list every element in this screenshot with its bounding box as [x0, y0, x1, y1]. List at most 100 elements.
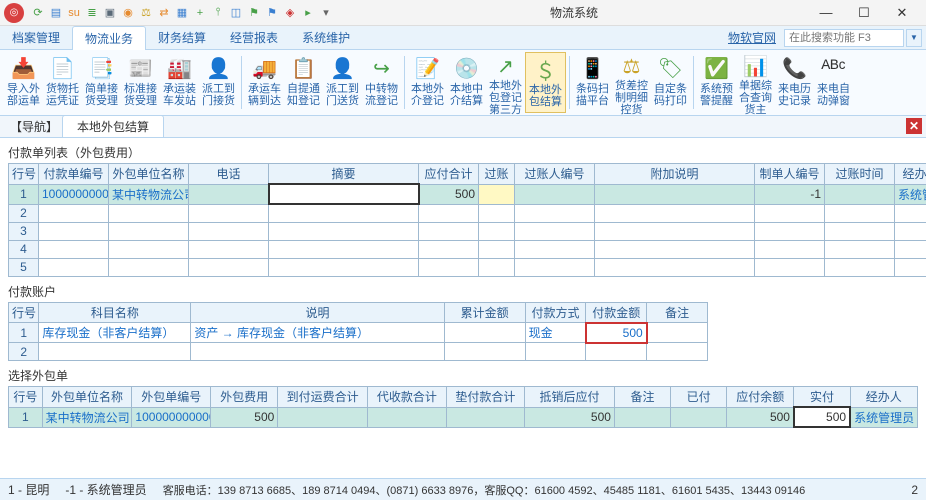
breadcrumb[interactable]: 【导航】 — [6, 118, 62, 137]
qat-balance-icon[interactable]: ⚖ — [138, 5, 154, 21]
cell[interactable]: 1000000000000001 — [132, 407, 211, 427]
cell[interactable] — [479, 204, 515, 222]
payment-account-table[interactable]: 行号科目名称说明累计金额付款方式付款金额备注1库存现金（非客户结算）资产 → 库… — [8, 302, 708, 362]
col-header[interactable]: 附加说明 — [595, 164, 755, 185]
ribbon-btn[interactable]: 📊单据综 合查询 货主 — [736, 52, 775, 113]
ribbon-btn[interactable]: 📰标准接 货受理 — [121, 52, 160, 113]
qat-chart-icon[interactable]: ⫯ — [210, 5, 226, 21]
col-header[interactable]: 代收款合计 — [368, 387, 447, 408]
cell[interactable] — [269, 240, 419, 258]
cell[interactable] — [895, 204, 926, 222]
col-header[interactable]: 应付合计 — [419, 164, 479, 185]
col-header[interactable]: 经办人 — [850, 387, 917, 408]
cell[interactable] — [755, 204, 825, 222]
cell[interactable] — [419, 204, 479, 222]
table-row[interactable]: 4 — [9, 240, 926, 258]
outsource-select-table[interactable]: 行号外包单位名称外包单编号外包费用到付运费合计代收款合计垫付款合计抵销后应付备注… — [8, 386, 918, 428]
cell[interactable] — [446, 407, 525, 427]
qat-play-icon[interactable]: ▸ — [300, 5, 316, 21]
cell[interactable] — [895, 240, 926, 258]
qat-flag2-icon[interactable]: ⚑ — [264, 5, 280, 21]
cell[interactable] — [109, 258, 189, 276]
col-header[interactable]: 累计金额 — [444, 302, 525, 323]
table-row[interactable]: 3 — [9, 222, 926, 240]
cell[interactable] — [189, 240, 269, 258]
cell[interactable] — [269, 222, 419, 240]
cell[interactable] — [479, 240, 515, 258]
minimize-button[interactable]: — — [814, 4, 838, 22]
qat-refresh-icon[interactable]: ⟳ — [30, 5, 46, 21]
cell[interactable] — [269, 184, 419, 204]
cell[interactable] — [479, 222, 515, 240]
cell[interactable]: -1 — [755, 184, 825, 204]
col-header[interactable]: 到付运费合计 — [278, 387, 368, 408]
cell[interactable]: 500 — [586, 323, 647, 343]
cell[interactable]: 3 — [9, 222, 39, 240]
cell[interactable] — [444, 323, 525, 343]
col-header[interactable]: 过账时间 — [825, 164, 895, 185]
cell[interactable] — [39, 258, 109, 276]
qat-truck-icon[interactable]: ▣ — [102, 5, 118, 21]
col-header[interactable]: 过账人编号 — [515, 164, 595, 185]
menu-logistics[interactable]: 物流业务 — [72, 26, 146, 50]
col-header[interactable]: 备注 — [647, 302, 708, 323]
cell[interactable] — [825, 204, 895, 222]
table-row[interactable]: 5 — [9, 258, 926, 276]
cell[interactable]: 1000000000000001 — [39, 184, 109, 204]
app-logo-icon[interactable]: ◎ — [4, 3, 24, 23]
ribbon-btn[interactable]: 📱条码扫 描平台 — [573, 52, 612, 113]
cell[interactable] — [671, 407, 727, 427]
cell[interactable] — [419, 240, 479, 258]
col-header[interactable]: 外包费用 — [210, 387, 277, 408]
ribbon-btn[interactable]: 📥导入外 部运单 — [4, 52, 43, 113]
cell[interactable] — [755, 240, 825, 258]
qat-org-icon[interactable]: ◫ — [228, 5, 244, 21]
cell[interactable] — [109, 204, 189, 222]
qat-swap-icon[interactable]: ⇄ — [156, 5, 172, 21]
cell[interactable]: 系统管理员 — [850, 407, 917, 427]
cell[interactable] — [515, 240, 595, 258]
col-header[interactable]: 实付 — [794, 387, 850, 408]
cell[interactable] — [39, 240, 109, 258]
menu-system[interactable]: 系统维护 — [290, 26, 362, 49]
ribbon-btn[interactable]: 📑简单接 货受理 — [82, 52, 121, 113]
tab-close-icon[interactable]: ✕ — [906, 118, 922, 134]
ribbon-btn[interactable]: 🚚承运车 辆到达 — [245, 52, 284, 113]
cell[interactable] — [595, 204, 755, 222]
cell[interactable]: 2 — [9, 343, 39, 361]
col-header[interactable]: 科目名称 — [39, 302, 191, 323]
cell[interactable]: 某中转物流公司 — [109, 184, 189, 204]
cell[interactable] — [825, 258, 895, 276]
cell[interactable] — [278, 407, 368, 427]
col-header[interactable]: 外包单位名称 — [109, 164, 189, 185]
maximize-button[interactable]: ☐ — [852, 4, 876, 22]
search-input[interactable] — [784, 29, 904, 47]
cell[interactable] — [269, 204, 419, 222]
col-header[interactable]: 制单人编号 — [755, 164, 825, 185]
cell[interactable] — [515, 204, 595, 222]
qat-doc-icon[interactable]: ▤ — [48, 5, 64, 21]
cell[interactable] — [647, 323, 708, 343]
cell[interactable] — [189, 184, 269, 204]
col-header[interactable]: 说明 — [191, 302, 444, 323]
cell[interactable] — [647, 343, 708, 361]
col-header[interactable]: 摘要 — [269, 164, 419, 185]
cell[interactable] — [39, 222, 109, 240]
cell[interactable]: 某中转物流公司 — [42, 407, 132, 427]
cell[interactable] — [479, 258, 515, 276]
col-header[interactable]: 已付 — [671, 387, 727, 408]
cell[interactable] — [525, 343, 586, 361]
cell[interactable]: 500 — [525, 407, 615, 427]
col-header[interactable]: 行号 — [9, 164, 39, 185]
qat-dot-icon[interactable]: ◉ — [120, 5, 136, 21]
col-header[interactable]: 过账 — [479, 164, 515, 185]
cell[interactable] — [755, 258, 825, 276]
cell[interactable] — [419, 222, 479, 240]
qat-list-icon[interactable]: ≣ — [84, 5, 100, 21]
cell[interactable] — [444, 343, 525, 361]
col-header[interactable]: 电话 — [189, 164, 269, 185]
cell[interactable] — [39, 343, 191, 361]
ribbon-btn[interactable]: 🏭承运装 车发站 — [160, 52, 199, 113]
cell[interactable]: 4 — [9, 240, 39, 258]
cell[interactable] — [614, 407, 670, 427]
